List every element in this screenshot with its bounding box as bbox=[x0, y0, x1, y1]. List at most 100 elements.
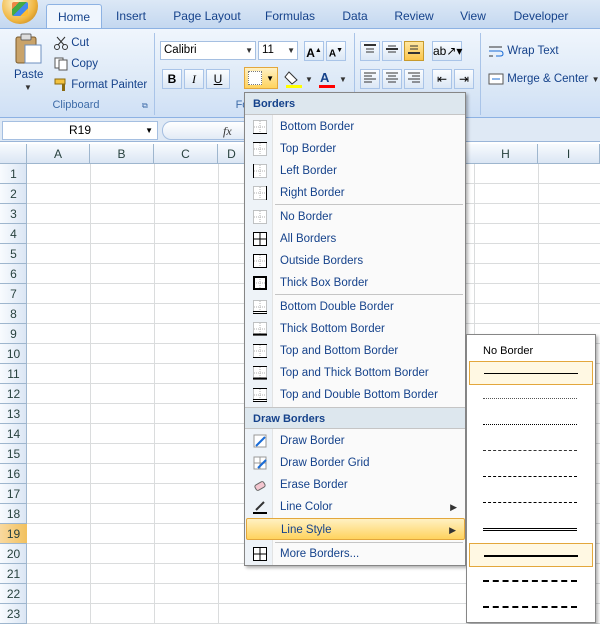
column-header-d[interactable]: D bbox=[218, 144, 246, 164]
menu-item-bottom-double-border[interactable]: Bottom Double Border bbox=[246, 296, 465, 318]
shrink-font-button[interactable]: A▼ bbox=[326, 41, 346, 61]
middle-align-button[interactable] bbox=[382, 41, 402, 61]
line-style-medium[interactable] bbox=[469, 543, 593, 567]
italic-button[interactable]: I bbox=[184, 69, 204, 89]
wrap-text-button[interactable]: Wrap Text bbox=[488, 41, 559, 61]
menu-item-right-border[interactable]: Right Border bbox=[246, 182, 465, 204]
row-header-19[interactable]: 19 bbox=[0, 524, 27, 544]
column-header-i[interactable]: I bbox=[538, 144, 600, 164]
line-style-dash-dot[interactable] bbox=[469, 465, 593, 489]
line-style-dotted-fine[interactable] bbox=[469, 387, 593, 411]
menu-item-line-color[interactable]: Line Color ▶ bbox=[246, 496, 465, 518]
row-header-12[interactable]: 12 bbox=[0, 384, 27, 404]
menu-item-outside-borders[interactable]: Outside Borders bbox=[246, 250, 465, 272]
column-header-b[interactable]: B bbox=[90, 144, 154, 164]
menu-item-no-border[interactable]: No Border bbox=[246, 206, 465, 228]
copy-button[interactable]: Copy bbox=[54, 54, 98, 74]
row-header-15[interactable]: 15 bbox=[0, 444, 27, 464]
row-header-11[interactable]: 11 bbox=[0, 364, 27, 384]
menu-item-all-borders[interactable]: All Borders bbox=[246, 228, 465, 250]
name-box[interactable]: R19 ▼ bbox=[2, 121, 158, 140]
row-header-4[interactable]: 4 bbox=[0, 224, 27, 244]
menu-item-top-and-thick-bottom-border[interactable]: Top and Thick Bottom Border bbox=[246, 362, 465, 384]
underline-button[interactable]: U bbox=[206, 69, 230, 89]
line-style-medium-dash-dot[interactable] bbox=[469, 595, 593, 619]
fill-color-button[interactable]: ▼ bbox=[284, 69, 314, 89]
menu-item-more-borders[interactable]: More Borders... bbox=[246, 543, 465, 565]
column-header-h[interactable]: H bbox=[474, 144, 538, 164]
menu-item-erase-border[interactable]: Erase Border bbox=[246, 474, 465, 496]
menu-item-line-style[interactable]: Line Style ▶ bbox=[246, 518, 465, 540]
merge-center-button[interactable]: Merge & Center ▼ bbox=[488, 69, 600, 89]
tab-view[interactable]: View bbox=[454, 4, 492, 28]
line-style-dash-dot-dot[interactable] bbox=[469, 491, 593, 515]
increase-indent-button[interactable]: ⇥ bbox=[454, 69, 474, 89]
row-header-17[interactable]: 17 bbox=[0, 484, 27, 504]
format-painter-button[interactable]: Format Painter bbox=[54, 75, 147, 95]
tab-data[interactable]: Data bbox=[338, 4, 372, 28]
row-header-16[interactable]: 16 bbox=[0, 464, 27, 484]
row-header-7[interactable]: 7 bbox=[0, 284, 27, 304]
row-header-3[interactable]: 3 bbox=[0, 204, 27, 224]
font-size-combo[interactable]: 11 ▼ bbox=[258, 41, 298, 60]
row-header-23[interactable]: 23 bbox=[0, 604, 27, 624]
line-style-dashed-fine[interactable] bbox=[469, 439, 593, 463]
align-right-button[interactable] bbox=[404, 69, 424, 89]
tab-insert[interactable]: Insert bbox=[108, 4, 154, 28]
chevron-down-icon[interactable]: ▼ bbox=[592, 75, 600, 84]
tab-formulas[interactable]: Formulas bbox=[260, 4, 320, 28]
paste-button[interactable]: Paste ▼ bbox=[8, 33, 48, 95]
row-header-13[interactable]: 13 bbox=[0, 404, 27, 424]
menu-item-thick-box-border[interactable]: Thick Box Border bbox=[246, 272, 465, 294]
insert-function-button[interactable]: fx bbox=[223, 124, 232, 139]
select-all-corner[interactable] bbox=[0, 144, 27, 164]
row-header-9[interactable]: 9 bbox=[0, 324, 27, 344]
align-left-button[interactable] bbox=[360, 69, 380, 89]
column-header-a[interactable]: A bbox=[27, 144, 90, 164]
chevron-down-icon[interactable]: ▼ bbox=[145, 122, 153, 139]
column-header-c[interactable]: C bbox=[154, 144, 218, 164]
bold-button[interactable]: B bbox=[162, 69, 182, 89]
menu-item-draw-border-grid[interactable]: Draw Border Grid bbox=[246, 452, 465, 474]
row-header-8[interactable]: 8 bbox=[0, 304, 27, 324]
tab-developer[interactable]: Developer bbox=[508, 4, 574, 28]
row-header-21[interactable]: 21 bbox=[0, 564, 27, 584]
orientation-button[interactable]: ab↗▾ bbox=[432, 41, 462, 61]
row-header-5[interactable]: 5 bbox=[0, 244, 27, 264]
line-style-no-border[interactable]: No Border bbox=[469, 337, 593, 361]
row-header-10[interactable]: 10 bbox=[0, 344, 27, 364]
font-color-button[interactable]: A ▼ bbox=[318, 69, 348, 89]
office-button[interactable] bbox=[2, 0, 38, 24]
menu-item-thick-bottom-border[interactable]: Thick Bottom Border bbox=[246, 318, 465, 340]
row-header-14[interactable]: 14 bbox=[0, 424, 27, 444]
menu-item-top-and-bottom-border[interactable]: Top and Bottom Border bbox=[246, 340, 465, 362]
line-style-dotted[interactable] bbox=[469, 413, 593, 437]
menu-item-bottom-border[interactable]: Bottom Border bbox=[246, 116, 465, 138]
align-center-button[interactable] bbox=[382, 69, 402, 89]
grow-font-button[interactable]: A▲ bbox=[304, 41, 324, 61]
font-name-combo[interactable]: Calibri ▼ bbox=[160, 41, 256, 60]
menu-item-left-border[interactable]: Left Border bbox=[246, 160, 465, 182]
top-align-button[interactable] bbox=[360, 41, 380, 61]
line-style-double[interactable] bbox=[469, 517, 593, 541]
tab-page-layout[interactable]: Page Layout bbox=[170, 4, 244, 28]
menu-item-top-and-double-bottom-border[interactable]: Top and Double Bottom Border bbox=[246, 384, 465, 406]
tab-home[interactable]: Home bbox=[46, 4, 102, 29]
paste-dropdown-icon[interactable]: ▼ bbox=[24, 83, 32, 92]
row-header-6[interactable]: 6 bbox=[0, 264, 27, 284]
dialog-launcher-icon[interactable]: ⧉ bbox=[142, 101, 148, 111]
bottom-align-button[interactable] bbox=[404, 41, 424, 61]
line-style-medium-dashed[interactable] bbox=[469, 569, 593, 593]
cut-button[interactable]: Cut bbox=[54, 33, 89, 53]
borders-dropdown-button[interactable]: ▼ bbox=[244, 67, 278, 89]
tab-review[interactable]: Review bbox=[390, 4, 438, 28]
row-header-2[interactable]: 2 bbox=[0, 184, 27, 204]
row-header-22[interactable]: 22 bbox=[0, 584, 27, 604]
row-header-20[interactable]: 20 bbox=[0, 544, 27, 564]
row-header-18[interactable]: 18 bbox=[0, 504, 27, 524]
decrease-indent-button[interactable]: ⇤ bbox=[432, 69, 452, 89]
row-header-1[interactable]: 1 bbox=[0, 164, 27, 184]
menu-item-draw-border[interactable]: Draw Border bbox=[246, 430, 465, 452]
line-style-thin[interactable] bbox=[469, 361, 593, 385]
menu-item-top-border[interactable]: Top Border bbox=[246, 138, 465, 160]
